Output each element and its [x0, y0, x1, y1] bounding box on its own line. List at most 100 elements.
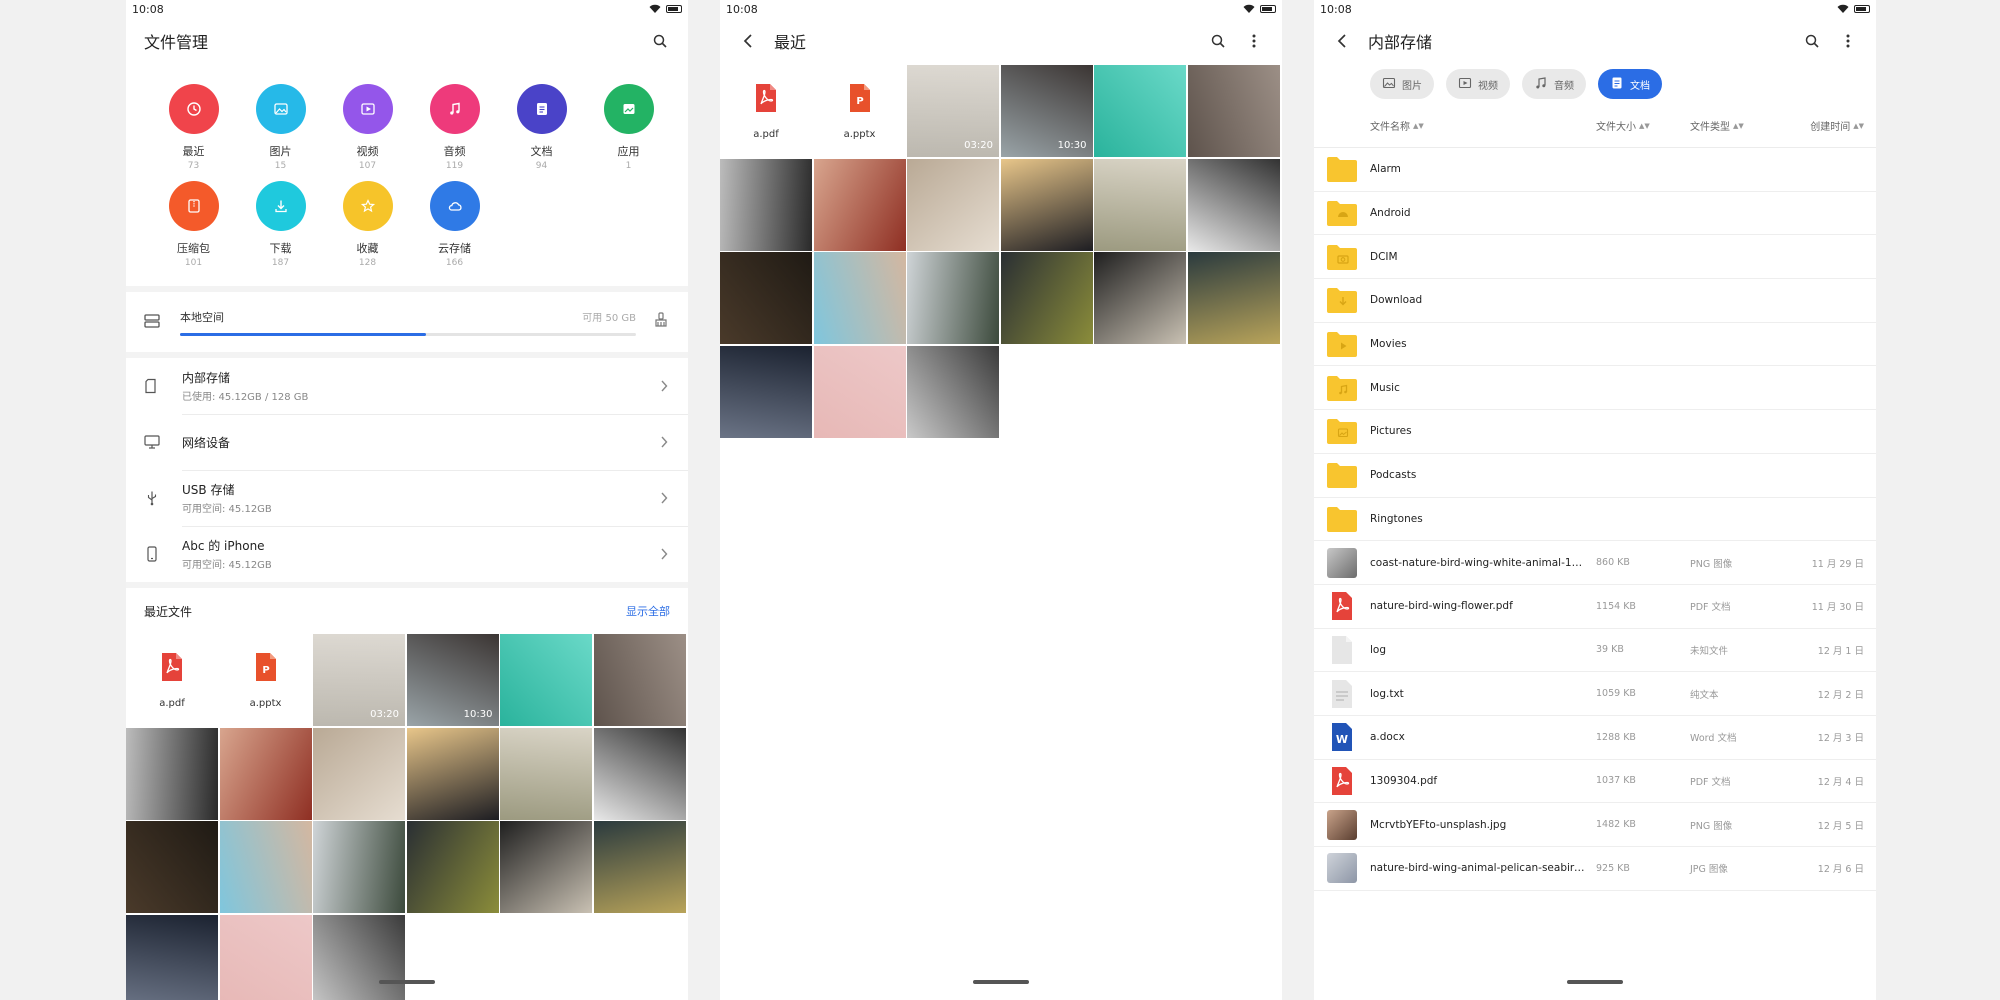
- photo-thumbnail[interactable]: [500, 634, 592, 726]
- photo-thumbnail[interactable]: [1000, 252, 1093, 344]
- home-indicator[interactable]: [973, 980, 1029, 984]
- photo-thumbnail[interactable]: [720, 158, 812, 251]
- file-row[interactable]: log 39 KB 未知文件 12 月 1 日: [1314, 628, 1876, 673]
- file-row[interactable]: McrvtbYEFto-unsplash.jpg 1482 KB PNG 图像 12 …: [1314, 803, 1876, 847]
- category-music[interactable]: 音频 119: [411, 84, 498, 171]
- pdf-file-tile[interactable]: a.pdf: [126, 634, 218, 726]
- search-icon[interactable]: [1208, 31, 1228, 51]
- photo-thumbnail[interactable]: [219, 727, 312, 820]
- file-row[interactable]: nature-bird-wing-animal-pelican-seabird-…: [1314, 847, 1876, 891]
- column-size-header[interactable]: 文件大小 ▲▼: [1596, 118, 1690, 134]
- folder-row[interactable]: Alarm: [1314, 148, 1876, 192]
- image-thumb-icon: [1314, 547, 1370, 578]
- storage-location-item[interactable]: Abc 的 iPhone 可用空间: 45.12GB: [126, 526, 688, 582]
- category-archive[interactable]: 压缩包 101: [150, 181, 237, 268]
- pdf-file-tile[interactable]: a.pdf: [720, 65, 812, 157]
- back-arrow-icon[interactable]: [738, 31, 758, 51]
- photo-thumbnail[interactable]: [500, 821, 592, 913]
- category-download[interactable]: 下载 187: [237, 181, 324, 268]
- photo-thumbnail[interactable]: [313, 914, 405, 1000]
- folder-row[interactable]: Download: [1314, 279, 1876, 323]
- storage-location-item[interactable]: 网络设备: [126, 414, 688, 470]
- photo-thumbnail[interactable]: [813, 252, 906, 344]
- file-size: 1288 KB: [1596, 731, 1636, 743]
- show-all-link[interactable]: 显示全部: [626, 603, 670, 619]
- photo-thumbnail[interactable]: [720, 345, 812, 438]
- photo-thumbnail[interactable]: [406, 727, 499, 820]
- category-cloud[interactable]: 云存储 166: [411, 181, 498, 268]
- photo-thumbnail[interactable]: [907, 345, 999, 438]
- filter-chip[interactable]: 音频: [1522, 69, 1586, 99]
- photo-thumbnail[interactable]: [1000, 158, 1093, 251]
- video-thumbnail[interactable]: 10:30: [1000, 65, 1093, 157]
- sort-icon: ▲▼: [1733, 121, 1744, 130]
- photo-thumbnail[interactable]: [1094, 158, 1186, 251]
- photo-thumbnail[interactable]: [1094, 65, 1186, 157]
- photo-thumbnail[interactable]: [219, 821, 312, 913]
- folder-row[interactable]: Pictures: [1314, 410, 1876, 454]
- photo-thumbnail[interactable]: [813, 158, 906, 251]
- local-storage-card[interactable]: 本地空间 可用 50 GB: [126, 292, 688, 352]
- filter-chip[interactable]: 视频: [1446, 69, 1510, 99]
- more-vertical-icon[interactable]: [1244, 31, 1264, 51]
- clean-broom-icon[interactable]: [654, 312, 670, 332]
- photo-thumbnail[interactable]: [126, 727, 218, 820]
- file-row[interactable]: nature-bird-wing-flower.pdf 1154 KB PDF 文档…: [1314, 584, 1876, 629]
- photo-thumbnail[interactable]: [313, 727, 405, 820]
- photo-thumbnail[interactable]: [907, 252, 999, 344]
- category-image[interactable]: 图片 15: [237, 84, 324, 171]
- file-row[interactable]: coast-nature-bird-wing-white-animal-116……: [1314, 541, 1876, 585]
- home-indicator[interactable]: [1567, 980, 1623, 984]
- category-video[interactable]: 视频 107: [324, 84, 411, 171]
- video-thumbnail[interactable]: 03:20: [313, 634, 405, 726]
- file-row[interactable]: log.txt 1059 KB 纯文本 12 月 2 日: [1314, 672, 1876, 716]
- photo-thumbnail[interactable]: [126, 914, 218, 1000]
- photo-thumbnail[interactable]: [1187, 158, 1280, 251]
- category-document[interactable]: 文档 94: [498, 84, 585, 171]
- column-name-header[interactable]: 文件名称 ▲▼: [1370, 118, 1596, 134]
- storage-location-item[interactable]: 内部存储 已使用: 45.12GB / 128 GB: [126, 358, 688, 414]
- photo-thumbnail[interactable]: [907, 158, 999, 251]
- home-indicator[interactable]: [379, 980, 435, 984]
- video-thumbnail[interactable]: 03:20: [907, 65, 999, 157]
- photo-thumbnail[interactable]: [406, 821, 499, 913]
- folder-row[interactable]: Podcasts: [1314, 453, 1876, 498]
- photo-thumbnail[interactable]: [593, 634, 686, 726]
- photo-thumbnail[interactable]: [813, 345, 906, 438]
- photo-thumbnail[interactable]: [593, 727, 686, 820]
- file-name: log: [1370, 643, 1387, 656]
- photo-thumbnail[interactable]: [593, 821, 686, 913]
- back-arrow-icon[interactable]: [1332, 31, 1352, 51]
- column-type-header[interactable]: 文件类型 ▲▼: [1690, 118, 1794, 134]
- photo-thumbnail[interactable]: [1187, 252, 1280, 344]
- photo-thumbnail[interactable]: [1094, 252, 1186, 344]
- folder-row[interactable]: Movies: [1314, 322, 1876, 367]
- storage-icon: [144, 313, 160, 332]
- file-row[interactable]: 1309304.pdf 1037 KB PDF 文档 12 月 4 日: [1314, 759, 1876, 804]
- photo-thumbnail[interactable]: [126, 821, 218, 913]
- photo-thumbnail[interactable]: [720, 252, 812, 344]
- column-date-header[interactable]: 创建时间 ▲▼: [1794, 118, 1864, 134]
- video-thumbnail[interactable]: 10:30: [406, 634, 499, 726]
- search-icon[interactable]: [650, 31, 670, 51]
- photo-thumbnail[interactable]: [219, 914, 312, 1000]
- folder-camera-icon: [1314, 243, 1370, 271]
- folder-row[interactable]: Android: [1314, 191, 1876, 236]
- folder-row[interactable]: DCIM: [1314, 235, 1876, 280]
- filter-chip[interactable]: 文档: [1598, 69, 1662, 99]
- pptx-file-tile[interactable]: Pa.pptx: [219, 634, 312, 726]
- category-star[interactable]: 收藏 128: [324, 181, 411, 268]
- photo-thumbnail[interactable]: [500, 727, 592, 820]
- category-app[interactable]: 应用 1: [585, 84, 672, 171]
- pptx-file-tile[interactable]: Pa.pptx: [813, 65, 906, 157]
- search-icon[interactable]: [1802, 31, 1822, 51]
- file-row[interactable]: Wa.docx 1288 KB Word 文档 12 月 3 日: [1314, 715, 1876, 760]
- folder-row[interactable]: Music: [1314, 366, 1876, 411]
- filter-chip[interactable]: 图片: [1370, 69, 1434, 99]
- more-vertical-icon[interactable]: [1838, 31, 1858, 51]
- category-clock[interactable]: 最近 73: [150, 84, 237, 171]
- photo-thumbnail[interactable]: [1187, 65, 1280, 157]
- folder-row[interactable]: Ringtones: [1314, 497, 1876, 542]
- photo-thumbnail[interactable]: [313, 821, 405, 913]
- storage-location-item[interactable]: USB 存储 可用空间: 45.12GB: [126, 470, 688, 526]
